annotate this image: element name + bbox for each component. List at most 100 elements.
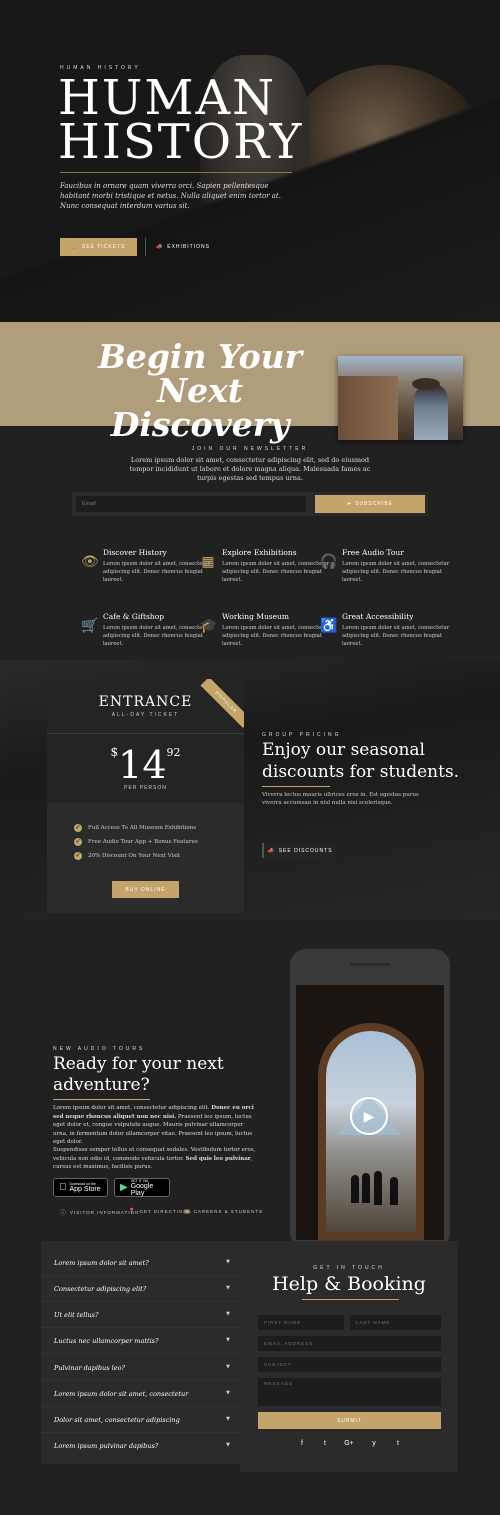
feature-text: Lorem ipsum dolor sit amet, consectetur … bbox=[222, 561, 330, 583]
feature-text: Lorem ipsum dolor sit amet, consectetur … bbox=[342, 561, 450, 583]
faq-question: Ut elit tellus? bbox=[54, 1311, 99, 1319]
faq-item[interactable]: Pulvinar dapibus leo? ▼ bbox=[54, 1364, 230, 1372]
discovery-title-line1: Begin Your Next bbox=[97, 337, 303, 410]
first-name-field[interactable] bbox=[258, 1315, 344, 1330]
careers-students-link[interactable]: ▣ CAREERS & STUDENTS bbox=[184, 1208, 263, 1215]
ticket-feature-text: Free Audio Tour App + Bonus Features bbox=[88, 839, 198, 845]
faq-question: Consectetur adipiscing elit? bbox=[54, 1285, 147, 1293]
faq-item[interactable]: Consectetur adipiscing elit? ▼ bbox=[54, 1285, 230, 1293]
map-pin-icon: 📍 bbox=[128, 1209, 137, 1215]
person-image bbox=[414, 384, 448, 440]
last-name-field[interactable] bbox=[350, 1315, 441, 1330]
group-title-line2: discounts for students. bbox=[262, 762, 460, 782]
popular-ribbon: POPULAR bbox=[200, 679, 244, 728]
exhibitions-link[interactable]: 📣 EXHIBITIONS bbox=[156, 244, 210, 250]
caret-down-icon: ▼ bbox=[226, 1337, 230, 1343]
facebook-icon[interactable]: f bbox=[296, 1440, 308, 1447]
faq-item[interactable]: Ut elit tellus? ▼ bbox=[54, 1311, 230, 1319]
newsletter-eyebrow: JOIN OUR NEWSLETTER bbox=[191, 446, 309, 452]
audio-tours-eyebrow: NEW AUDIO TOURS bbox=[53, 1046, 146, 1052]
faq-question: Luctus nec ullamcorper mattis? bbox=[54, 1337, 159, 1345]
faq-question: Lorem ipsum dolor sit amet? bbox=[54, 1259, 149, 1267]
faq-item[interactable]: Lorem ipsum dolor sit amet? ▼ bbox=[54, 1259, 230, 1267]
hero-title-line2: HISTORY bbox=[58, 114, 304, 170]
eye-icon: 👁 bbox=[81, 553, 99, 569]
subject-field[interactable] bbox=[258, 1357, 441, 1372]
feature-text: Lorem ipsum dolor sit amet, consectetur … bbox=[222, 625, 330, 647]
telegram-icon[interactable]: t bbox=[392, 1440, 404, 1447]
linkedin-icon: ▣ bbox=[184, 1209, 191, 1215]
feature-text: Lorem ipsum dolor sit amet, consectetur … bbox=[103, 625, 211, 647]
get-directions-link[interactable]: 📍 GET DIRECTIONS bbox=[128, 1208, 192, 1215]
price-cents: 92 bbox=[166, 746, 181, 759]
play-video-button[interactable]: ▶ bbox=[350, 1097, 388, 1135]
feature-discover-history: 👁 Discover History Lorem ipsum dolor sit… bbox=[81, 548, 213, 584]
faq-divider bbox=[41, 1432, 243, 1433]
audio-p2-bold: Sed quis leo pulvinar bbox=[185, 1155, 251, 1162]
google-plus-icon[interactable]: G+ bbox=[343, 1440, 355, 1447]
feature-title: Explore Exhibitions bbox=[222, 548, 297, 557]
app-store-button[interactable]:  Download on theApp Store bbox=[53, 1178, 108, 1197]
faq-question: Dolor sit amet, consectetur adipiscing bbox=[54, 1416, 180, 1424]
feature-explore-exhibitions: ▦ Explore Exhibitions Lorem ipsum dolor … bbox=[201, 548, 332, 584]
submit-button[interactable]: SUBMIT bbox=[258, 1412, 441, 1429]
feature-title: Working Museum bbox=[222, 612, 289, 621]
see-tickets-label: SEE TICKETS bbox=[81, 244, 126, 250]
email-field[interactable] bbox=[258, 1336, 441, 1351]
faq-divider bbox=[41, 1406, 243, 1407]
faq-item[interactable]: Lorem ipsum dolor sit amet, consectetur ▼ bbox=[54, 1390, 230, 1398]
subscribe-button[interactable]: ➤ SUBSCRIBE bbox=[315, 495, 425, 513]
wheelchair-icon: ♿ bbox=[320, 617, 338, 633]
see-tickets-button[interactable]: 🛒 SEE TICKETS bbox=[60, 238, 137, 256]
audio-tours-title: Ready for your next adventure? bbox=[53, 1054, 243, 1096]
faq-divider bbox=[41, 1275, 243, 1276]
caret-down-icon: ▼ bbox=[226, 1259, 230, 1265]
faq-divider bbox=[41, 1301, 243, 1302]
group-pricing-text: Viverra lectus mauris ultrices eros in. … bbox=[262, 792, 419, 806]
check-icon: ✓ bbox=[74, 852, 82, 860]
audio-title-line1: Ready for your next bbox=[53, 1054, 224, 1074]
discovery-photo bbox=[338, 356, 463, 440]
buy-online-button[interactable]: BUY ONLINE bbox=[112, 881, 179, 898]
feature-title: Discover History bbox=[103, 548, 167, 557]
caret-down-icon: ▼ bbox=[226, 1364, 230, 1370]
hero-button-separator bbox=[145, 238, 146, 256]
phone-speaker bbox=[350, 963, 390, 966]
faq-item[interactable]: Lorem ipsum pulvinar dapibus? ▼ bbox=[54, 1442, 230, 1450]
faq-question: Lorem ipsum pulvinar dapibus? bbox=[54, 1442, 159, 1450]
see-discounts-button[interactable]: 📣 SEE DISCOUNTS bbox=[262, 843, 336, 858]
caret-down-icon: ▼ bbox=[226, 1416, 230, 1422]
feature-cafe-giftshop: 🛒 Cafe & Giftshop Lorem ipsum dolor sit … bbox=[81, 612, 213, 648]
yelp-icon[interactable]: y bbox=[368, 1440, 380, 1447]
discovery-title: Begin Your Next Discovery bbox=[60, 340, 340, 442]
hero-title: HUMAN HISTORY bbox=[58, 74, 303, 166]
faq-item[interactable]: Luctus nec ullamcorper mattis? ▼ bbox=[54, 1337, 230, 1345]
check-icon: ✓ bbox=[74, 838, 82, 846]
play-icon: ▶ bbox=[363, 1108, 375, 1124]
exhibitions-label: EXHIBITIONS bbox=[167, 244, 210, 250]
cart-icon: 🛒 bbox=[81, 617, 99, 633]
google-play-button[interactable]: ▶ GET IT ON Google Play bbox=[114, 1178, 170, 1197]
faq-item[interactable]: Dolor sit amet, consectetur adipiscing ▼ bbox=[54, 1416, 230, 1424]
ticket-feature-text: Full Access To All Museum Exhibitions bbox=[88, 825, 197, 831]
twitter-icon[interactable]: t bbox=[319, 1440, 331, 1447]
info-icon: ⓘ bbox=[60, 1211, 68, 1217]
contact-divider bbox=[302, 1299, 399, 1300]
caret-down-icon: ▼ bbox=[226, 1311, 230, 1317]
message-field[interactable] bbox=[258, 1378, 441, 1406]
newsletter-email-input[interactable] bbox=[76, 496, 306, 512]
hero-divider bbox=[60, 172, 292, 173]
discovery-title-line2: Discovery bbox=[110, 405, 290, 444]
contact-title: Help & Booking bbox=[272, 1273, 426, 1295]
google-play-big: Google Play bbox=[130, 1182, 154, 1197]
feature-text: Lorem ipsum dolor sit amet, consectetur … bbox=[342, 625, 450, 647]
easel-icon: ▦ bbox=[201, 553, 215, 569]
ticket-feature: ✓ Free Audio Tour App + Bonus Features bbox=[74, 838, 198, 846]
audio-paragraph-2: Suspendisse semper tellus et consequat s… bbox=[53, 1146, 258, 1172]
google-play-icon: ▶ bbox=[120, 1182, 128, 1193]
group-pricing-eyebrow: GROUP PRICING bbox=[262, 732, 342, 738]
audio-paragraph-1: Lorem ipsum dolor sit amet, consectetur … bbox=[53, 1104, 258, 1147]
subscribe-label: SUBSCRIBE bbox=[355, 501, 394, 507]
feature-text: Lorem ipsum dolor sit amet, consectetur … bbox=[103, 561, 211, 583]
newsletter-text: Lorem ipsum dolor sit amet, consectetur … bbox=[129, 456, 371, 482]
